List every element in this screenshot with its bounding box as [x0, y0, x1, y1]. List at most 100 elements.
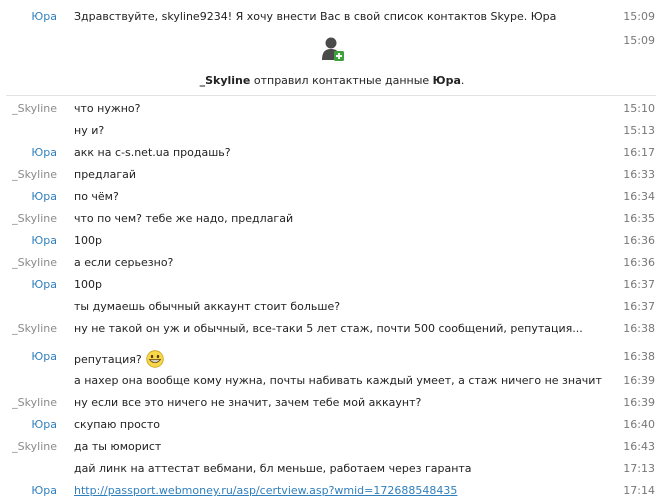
- chat-row: _Skyline предлагай 16:33: [0, 164, 664, 186]
- chat-row: Юра 100р 16:37: [0, 274, 664, 296]
- message-time: 16:36: [623, 256, 655, 269]
- message-text: акк на c-s.net.ua продашь?: [74, 146, 231, 159]
- message-time: 16:39: [623, 374, 655, 387]
- message-time: 16:36: [623, 234, 655, 247]
- message-text: а если серьезно?: [74, 256, 173, 269]
- message-time: 16:38: [623, 322, 655, 335]
- message-sender[interactable]: Юра: [8, 278, 57, 291]
- chat-row: _Skyline ну не такой он уж и обычный, все…: [0, 318, 664, 340]
- message-text: Здравствуйте, skyline9234! Я хочу внести…: [74, 10, 557, 23]
- message-text: по чём?: [74, 190, 119, 203]
- message-body: акк на c-s.net.ua продашь?: [74, 146, 231, 159]
- message-body: да ты юморист: [74, 440, 162, 453]
- message-time: 16:38: [623, 350, 655, 363]
- message-text: репутация?: [74, 350, 164, 368]
- message-sender[interactable]: _Skyline: [8, 440, 57, 453]
- contact-share-text: отправил контактные данные: [253, 74, 430, 87]
- message-time: 16:17: [623, 146, 655, 159]
- message-body: 100р: [74, 234, 102, 247]
- message-body: 100р: [74, 278, 102, 291]
- message-sender[interactable]: _Skyline: [8, 322, 57, 335]
- message-sender[interactable]: _Skyline: [8, 256, 57, 269]
- contact-share-to[interactable]: Юра: [433, 74, 461, 87]
- message-time: 16:37: [623, 300, 655, 313]
- message-body: что нужно?: [74, 102, 141, 115]
- message-sender[interactable]: Юра: [8, 350, 57, 363]
- chat-row: Юра скупаю просто 16:40: [0, 414, 664, 436]
- chat-row: Юра по чём? 16:34: [0, 186, 664, 208]
- chat-row: _Skyline что нужно? 15:10: [0, 98, 664, 120]
- message-body: что по чем? тебе же надо, предлагай: [74, 212, 294, 225]
- message-sender[interactable]: Юра: [8, 146, 57, 159]
- message-body: а нахер она вообще кому нужна, почты наб…: [74, 374, 602, 387]
- grinning-smiley-icon: [146, 350, 164, 368]
- chat-row: _Skyline ну если все это ничего не значит…: [0, 392, 664, 414]
- message-sender[interactable]: _Skyline: [8, 396, 57, 409]
- message-body: ты думаешь обычный аккаунт стоит больше?: [74, 300, 341, 313]
- message-time: 15:13: [623, 124, 655, 137]
- message-time: 16:35: [623, 212, 655, 225]
- message-sender[interactable]: Юра: [8, 484, 57, 497]
- message-sender[interactable]: _Skyline: [8, 102, 57, 115]
- message-body: дай линк на аттестат вебмани, бл меньше,…: [74, 462, 472, 475]
- chat-row: Юра Здравствуйте, skyline9234! Я хочу вн…: [0, 6, 664, 28]
- message-text: предлагай: [74, 168, 136, 181]
- chat-history: Юра Здравствуйте, skyline9234! Я хочу вн…: [0, 0, 664, 504]
- message-text: 100р: [74, 278, 102, 291]
- message-time: 17:13: [623, 462, 655, 475]
- message-body: скупаю просто: [74, 418, 160, 431]
- chat-row: _Skyline а если серьезно? 16:36: [0, 252, 664, 274]
- message-time: 15:10: [623, 102, 655, 115]
- chat-row: Юра репутация? 16:38: [0, 346, 664, 368]
- divider: [6, 95, 656, 96]
- message-text: ну и?: [74, 124, 104, 137]
- message-text: 100р: [74, 234, 102, 247]
- message-text: ну если все это ничего не значит, зачем …: [74, 396, 421, 409]
- message-time: 15:09: [623, 10, 655, 23]
- message-text: скупаю просто: [74, 418, 160, 431]
- message-time: 16:33: [623, 168, 655, 181]
- chat-row: Юра 100р 16:36: [0, 230, 664, 252]
- message-time: 16:37: [623, 278, 655, 291]
- message-time: 16:34: [623, 190, 655, 203]
- message-body: репутация?: [74, 353, 142, 366]
- message-body: а если серьезно?: [74, 256, 174, 269]
- message-time: 16:40: [623, 418, 655, 431]
- message-body: ну и?: [74, 124, 105, 137]
- message-text: что нужно?: [74, 102, 141, 115]
- message-time: 16:39: [623, 396, 655, 409]
- chat-row: а нахер она вообще кому нужна, почты наб…: [0, 370, 664, 392]
- chat-row: _Skyline да ты юморист 16:43: [0, 436, 664, 458]
- chat-row: ты думаешь обычный аккаунт стоит больше?…: [0, 296, 664, 318]
- chat-row: Юра акк на c-s.net.ua продашь? 16:17: [0, 142, 664, 164]
- message-text: дай линк на аттестат вебмани, бл меньше,…: [74, 462, 472, 475]
- message-text: что по чем? тебе же надо, предлагай: [74, 212, 293, 225]
- chat-row: дай линк на аттестат вебмани, бл меньше,…: [0, 458, 664, 480]
- message-text: http://passport.webmoney.ru/asp/certview…: [74, 484, 457, 497]
- message-sender[interactable]: Юра: [8, 418, 57, 431]
- message-body: по чём?: [74, 190, 119, 203]
- contact-share-from[interactable]: _Skyline: [200, 74, 251, 87]
- message-text: ну не такой он уж и обычный, все-таки 5 …: [74, 322, 583, 335]
- message-link[interactable]: http://passport.webmoney.ru/asp/certview…: [74, 484, 457, 497]
- add-contact-icon: [322, 37, 344, 61]
- message-text: а нахер она вообще кому нужна, почты наб…: [74, 374, 602, 387]
- message-time: 17:14: [623, 484, 655, 497]
- message-sender[interactable]: Юра: [8, 190, 57, 203]
- contact-share-notice: _Skyline отправил контактные данные Юра.: [0, 74, 664, 87]
- message-body: ну не такой он уж и обычный, все-таки 5 …: [74, 322, 583, 335]
- chat-row: Юра http://passport.webmoney.ru/asp/certv…: [0, 480, 664, 502]
- message-body: предлагай: [74, 168, 136, 181]
- message-time: 15:09: [623, 34, 655, 47]
- message-sender[interactable]: Юра: [8, 10, 57, 23]
- message-text: да ты юморист: [74, 440, 161, 453]
- message-sender[interactable]: _Skyline: [8, 168, 57, 181]
- message-body: ну если все это ничего не значит, зачем …: [74, 396, 422, 409]
- chat-row: ну и? 15:13: [0, 120, 664, 142]
- contact-share-end: .: [460, 74, 465, 87]
- message-sender[interactable]: _Skyline: [8, 212, 57, 225]
- message-sender[interactable]: Юра: [8, 234, 57, 247]
- message-time: 16:43: [623, 440, 655, 453]
- chat-row: _Skyline что по чем? тебе же надо, предла…: [0, 208, 664, 230]
- message-text: ты думаешь обычный аккаунт стоит больше?: [74, 300, 340, 313]
